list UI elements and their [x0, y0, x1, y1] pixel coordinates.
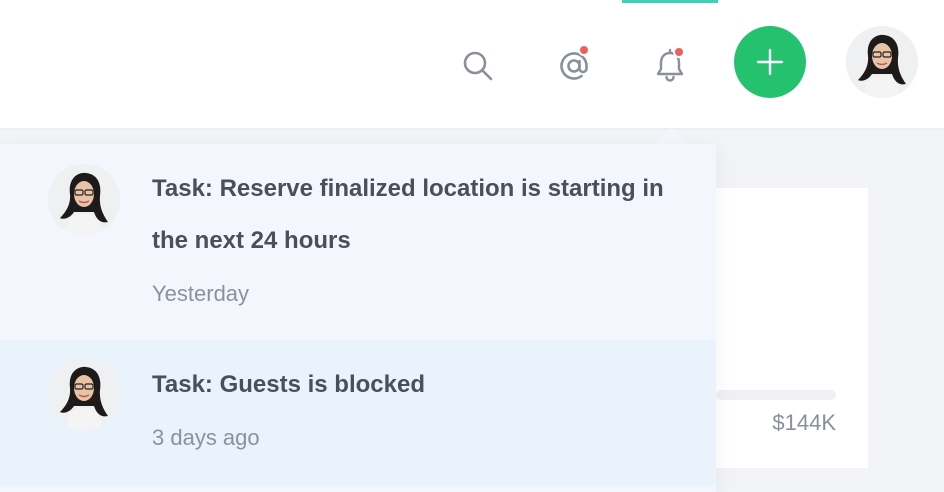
search-icon — [463, 51, 493, 81]
notification-item[interactable]: Task: Guests is blocked 3 days ago — [0, 340, 716, 486]
notification-time: 3 days ago — [152, 425, 260, 450]
dropdown-caret — [655, 128, 687, 144]
background-progress-bar — [716, 390, 836, 400]
notifications-badge-dot — [673, 46, 685, 58]
background-card-value: $144K — [772, 410, 836, 435]
notification-title: Task: Guests is blocked — [152, 371, 425, 398]
plus-icon — [756, 48, 784, 76]
notifications-button[interactable] — [646, 42, 694, 90]
dropdown-bottom-edge — [0, 486, 716, 492]
notification-avatar — [48, 358, 120, 430]
search-button[interactable] — [454, 42, 502, 90]
notification-avatar — [48, 164, 120, 236]
notification-time: Yesterday — [152, 281, 250, 306]
notification-title: Task: Reserve finalized location is star… — [152, 175, 664, 254]
notification-item[interactable]: Task: Reserve finalized location is star… — [0, 144, 716, 340]
user-avatar[interactable] — [846, 26, 918, 98]
mentions-button[interactable] — [550, 42, 598, 90]
top-bar — [0, 0, 944, 128]
mentions-badge-dot — [578, 44, 590, 56]
active-tab-indicator — [622, 0, 718, 3]
add-button[interactable] — [734, 26, 806, 98]
